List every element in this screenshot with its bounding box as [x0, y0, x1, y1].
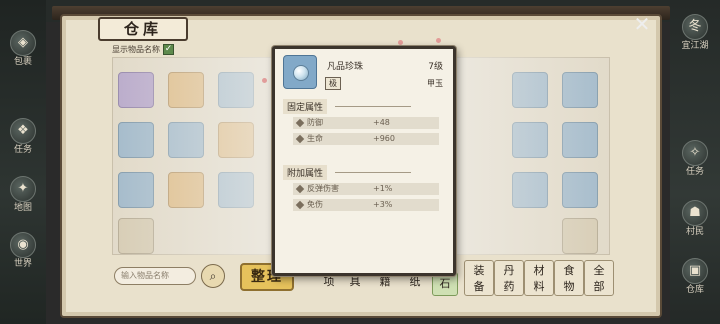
hud-button-label: 任务 — [13, 145, 32, 155]
scroll-icon: ❖ — [10, 118, 36, 144]
hud-season-indicator[interactable]: 冬 宜江湖 — [677, 14, 713, 52]
item-level: 7级 — [428, 62, 443, 72]
tab-label-line: 药 — [503, 280, 515, 293]
fixed-attributes-header: 固定属性 — [283, 99, 412, 114]
tab-medicine[interactable]: 丹 药 — [494, 260, 524, 296]
diamond-icon — [295, 118, 305, 128]
hud-button-label: 地图 — [13, 203, 32, 213]
map-icon: ✦ — [10, 176, 36, 202]
stat-value: +960 — [373, 134, 395, 143]
item-name: 凡品珍珠 — [327, 62, 364, 72]
hud-season-subtitle: 宜江湖 — [681, 41, 709, 51]
tab-label-line: 装 — [473, 264, 485, 277]
tab-equipment[interactable]: 装 备 — [464, 260, 494, 296]
bag-icon: ◈ — [10, 30, 36, 56]
rarity-tag: 极 — [325, 77, 341, 90]
hud-button-label: 仓库 — [685, 285, 704, 295]
stat-name: 反弹伤害 — [307, 184, 339, 193]
stat-name: 免伤 — [307, 200, 323, 209]
panel-title: 仓库 — [98, 17, 188, 41]
item-tooltip: 凡品珍珠 7级 极 甲玉 固定属性 防御 +48 生命 +960 附加属性 反弹… — [272, 46, 456, 276]
tab-label-line: 部 — [593, 280, 605, 293]
extra-attributes-header: 附加属性 — [283, 165, 412, 180]
search-icon[interactable]: ⌕ — [201, 264, 225, 288]
hud-button-tasks[interactable]: ✧ 任务 — [677, 140, 713, 178]
tab-all[interactable]: 全 部 — [584, 260, 614, 296]
show-names-label: 显示物品名称 — [112, 45, 160, 54]
warehouse-icon: ▣ — [682, 258, 708, 284]
hud-button-label: 村民 — [685, 227, 704, 237]
tab-label-line: 备 — [473, 280, 485, 293]
stat-row: 防御 +48 — [293, 117, 439, 129]
hud-button-world[interactable]: ◉ 世界 — [5, 232, 41, 270]
hud-button-bag[interactable]: ◈ 包裹 — [5, 30, 41, 68]
diamond-icon — [295, 200, 305, 210]
stat-value: +48 — [373, 118, 390, 127]
tab-food[interactable]: 食 物 — [554, 260, 584, 296]
tab-label-line: 食 — [563, 264, 575, 277]
show-names-toggle[interactable]: 显示物品名称 ✓ — [112, 44, 174, 55]
stat-name: 防御 — [307, 118, 323, 127]
close-icon[interactable]: ✕ — [632, 14, 652, 34]
blossom-decoration — [436, 38, 441, 43]
stat-row: 免伤 +3% — [293, 199, 439, 211]
blossom-decoration — [398, 40, 403, 45]
diamond-icon — [295, 134, 305, 144]
season-icon: 冬 — [682, 14, 708, 40]
tab-label-line: 材 — [533, 264, 545, 277]
stat-value: +1% — [373, 184, 393, 193]
villager-icon: ☗ — [682, 200, 708, 226]
stat-row: 反弹伤害 +1% — [293, 183, 439, 195]
hud-button-villagers[interactable]: ☗ 村民 — [677, 200, 713, 238]
diamond-icon — [295, 184, 305, 194]
search-input[interactable]: 输入物品名称 — [114, 267, 196, 285]
globe-icon: ◉ — [10, 232, 36, 258]
show-names-checkbox[interactable]: ✓ — [163, 44, 174, 55]
item-icon-frame — [283, 55, 317, 89]
blossom-decoration — [262, 78, 267, 83]
stat-name: 生命 — [307, 134, 323, 143]
hud-button-label: 世界 — [13, 259, 32, 269]
stat-row: 生命 +960 — [293, 133, 439, 145]
item-type: 甲玉 — [427, 79, 443, 88]
pearl-icon — [293, 65, 309, 81]
hud-button-quest[interactable]: ❖ 任务 — [5, 118, 41, 156]
stat-value: +3% — [373, 200, 393, 209]
tab-label-line: 物 — [563, 280, 575, 293]
tab-label-line: 丹 — [503, 264, 515, 277]
hud-button-map[interactable]: ✦ 地图 — [5, 176, 41, 214]
hud-button-label: 包裹 — [13, 57, 32, 67]
tab-label-line: 料 — [533, 280, 545, 293]
tab-materials[interactable]: 材 料 — [524, 260, 554, 296]
tab-label-line: 全 — [593, 264, 605, 277]
hud-button-label: 任务 — [685, 167, 704, 177]
hud-button-warehouse[interactable]: ▣ 仓库 — [677, 258, 713, 296]
task-icon: ✧ — [682, 140, 708, 166]
